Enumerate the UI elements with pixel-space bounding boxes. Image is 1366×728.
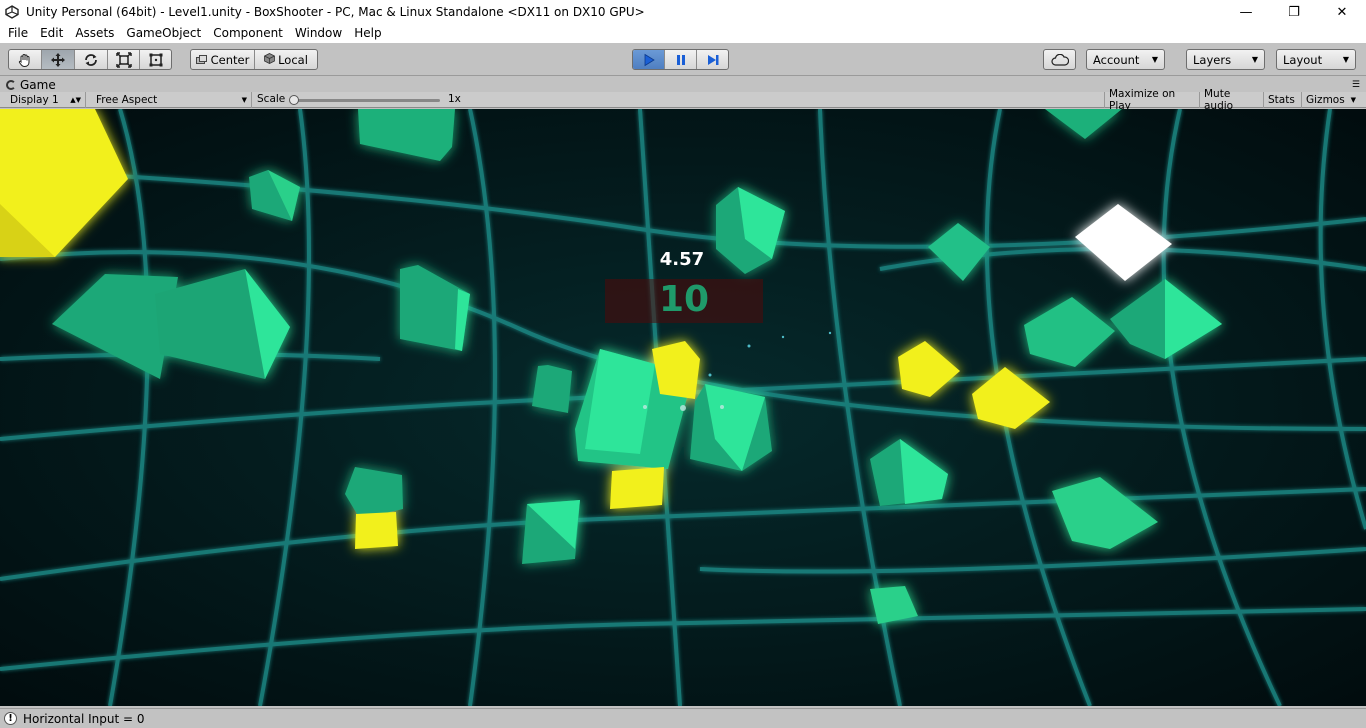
stats-label: Stats <box>1268 94 1295 106</box>
tab-game[interactable]: Game <box>6 77 56 92</box>
gizmos-label: Gizmos <box>1306 94 1345 106</box>
rotate-tool-icon[interactable] <box>75 50 108 69</box>
transform-tools <box>8 49 172 70</box>
game-view-toolbar: Display 1 ▲▼ Free Aspect ▼ Scale 1x Maxi… <box>0 88 1366 112</box>
hud-score: 10 <box>658 279 710 320</box>
chevron-down-icon: ▼ <box>1350 96 1356 104</box>
info-icon: ! <box>4 712 17 725</box>
pause-button[interactable] <box>665 50 697 69</box>
rect-tool-icon[interactable] <box>140 50 171 69</box>
tab-menu-icon[interactable]: ☰ <box>1352 80 1360 90</box>
step-icon <box>707 54 718 65</box>
account-label: Account <box>1093 52 1140 67</box>
aspect-label: Free Aspect <box>96 94 158 106</box>
chevron-down-icon: ▼ <box>1151 55 1158 64</box>
minimize-button[interactable]: — <box>1222 0 1270 24</box>
updown-arrows-icon: ▲▼ <box>70 96 81 104</box>
chevron-down-icon: ▼ <box>241 96 247 104</box>
display-dropdown[interactable]: Display 1 ▲▼ <box>6 92 86 108</box>
playback-controls <box>632 49 729 70</box>
tab-game-label: Game <box>20 77 56 92</box>
window-title: Unity Personal (64bit) - Level1.unity - … <box>26 5 645 19</box>
main-toolbar: Center Local Account ▼ Layers ▼ Layout ▼ <box>0 43 1366 76</box>
play-icon <box>644 53 655 66</box>
maximize-on-play-toggle[interactable]: Maximize on Play <box>1104 88 1200 112</box>
hand-tool-icon[interactable] <box>9 50 42 69</box>
menu-component[interactable]: Component <box>207 24 289 43</box>
step-button[interactable] <box>697 50 728 69</box>
game-pacman-icon <box>6 79 16 90</box>
gizmos-dropdown[interactable]: Gizmos ▼ <box>1302 92 1360 108</box>
space-local-label: Local <box>278 52 308 67</box>
play-button[interactable] <box>633 50 665 69</box>
pause-icon <box>676 54 685 65</box>
close-button[interactable]: ✕ <box>1318 0 1366 24</box>
window-title-bar: Unity Personal (64bit) - Level1.unity - … <box>0 0 1366 24</box>
menu-bar: File Edit Assets GameObject Component Wi… <box>0 24 1366 43</box>
scale-slider-track[interactable] <box>292 99 440 102</box>
menu-edit[interactable]: Edit <box>34 24 69 43</box>
menu-help[interactable]: Help <box>348 24 387 43</box>
scale-slider-handle[interactable] <box>289 95 299 105</box>
chevron-down-icon: ▼ <box>1342 55 1349 64</box>
layout-label: Layout <box>1283 52 1323 67</box>
unity-logo-icon <box>4 4 20 20</box>
scale-tool-icon[interactable] <box>108 50 140 69</box>
pivot-center-icon <box>195 54 207 65</box>
menu-file[interactable]: File <box>0 24 34 43</box>
cloud-icon <box>1050 53 1069 66</box>
scale-value: 1x <box>448 93 461 105</box>
space-local-button[interactable]: Local <box>255 50 317 69</box>
mute-audio-toggle[interactable]: Mute audio <box>1200 88 1264 112</box>
pivot-space-group: Center Local <box>190 49 318 70</box>
layers-label: Layers <box>1193 52 1232 67</box>
status-bar: ! Horizontal Input = 0 <box>0 708 1366 728</box>
maximize-button[interactable]: ❐ <box>1270 0 1318 24</box>
scale-label: Scale <box>257 93 286 105</box>
stats-toggle[interactable]: Stats <box>1264 92 1302 108</box>
local-cube-icon <box>264 52 275 67</box>
status-message[interactable]: Horizontal Input = 0 <box>23 712 144 726</box>
account-dropdown[interactable]: Account ▼ <box>1086 49 1165 70</box>
layout-dropdown[interactable]: Layout ▼ <box>1276 49 1356 70</box>
move-tool-icon[interactable] <box>42 50 75 69</box>
pivot-center-button[interactable]: Center <box>191 50 255 69</box>
game-viewport[interactable]: 4.57 10 <box>0 109 1366 706</box>
chevron-down-icon: ▼ <box>1251 55 1258 64</box>
game-scene <box>0 109 1366 706</box>
menu-gameobject[interactable]: GameObject <box>120 24 207 43</box>
pivot-center-label: Center <box>210 52 250 67</box>
aspect-dropdown[interactable]: Free Aspect ▼ <box>92 92 252 108</box>
menu-assets[interactable]: Assets <box>69 24 120 43</box>
menu-window[interactable]: Window <box>289 24 348 43</box>
layers-dropdown[interactable]: Layers ▼ <box>1186 49 1265 70</box>
hud-timer: 4.57 <box>659 249 705 270</box>
display-label: Display 1 <box>10 94 59 106</box>
cloud-button[interactable] <box>1043 49 1076 70</box>
